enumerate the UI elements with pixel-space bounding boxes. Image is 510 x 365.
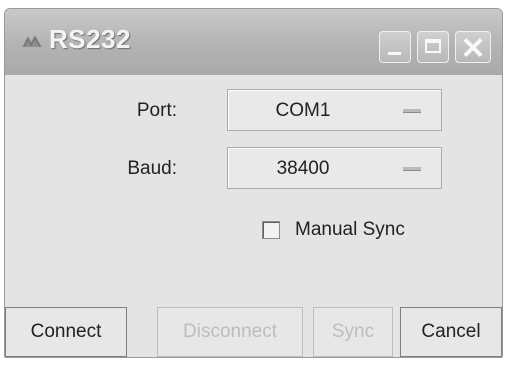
dropdown-arrow-icon[interactable] bbox=[403, 109, 421, 113]
minimize-icon[interactable] bbox=[379, 31, 411, 63]
maximize-icon[interactable] bbox=[417, 31, 449, 63]
sync-button[interactable]: Sync bbox=[313, 307, 393, 357]
manual-sync-checkbox[interactable] bbox=[262, 221, 280, 239]
disconnect-button[interactable]: Disconnect bbox=[157, 307, 303, 357]
baud-value: 38400 bbox=[276, 158, 330, 179]
app-icon bbox=[22, 35, 42, 48]
connect-button[interactable]: Connect bbox=[5, 307, 127, 357]
baud-select[interactable]: 38400 bbox=[227, 147, 442, 189]
dropdown-arrow-icon[interactable] bbox=[403, 167, 421, 171]
cancel-button[interactable]: Cancel bbox=[400, 307, 502, 357]
manual-sync-label[interactable]: Manual Sync bbox=[295, 219, 405, 241]
port-select[interactable]: COM1 bbox=[227, 89, 442, 131]
port-value: COM1 bbox=[275, 100, 331, 121]
baud-label: Baud: bbox=[127, 158, 177, 179]
window-title: RS232 bbox=[49, 24, 131, 54]
rs232-dialog: RS232 Port: COM1 Baud: 38400 Manual Sync… bbox=[4, 8, 503, 358]
port-label: Port: bbox=[136, 100, 177, 121]
title-bar[interactable]: RS232 bbox=[5, 9, 502, 75]
close-icon[interactable] bbox=[455, 31, 491, 63]
